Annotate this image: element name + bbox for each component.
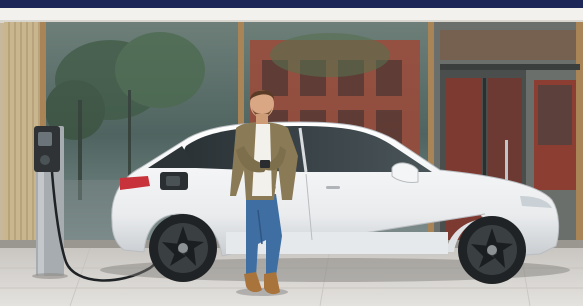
rear-wheel	[149, 214, 217, 282]
front-wheel	[458, 216, 526, 284]
charging-station	[32, 126, 68, 279]
electric-car-photo	[0, 0, 583, 306]
top-band	[0, 0, 583, 8]
photo-frame	[0, 0, 583, 306]
